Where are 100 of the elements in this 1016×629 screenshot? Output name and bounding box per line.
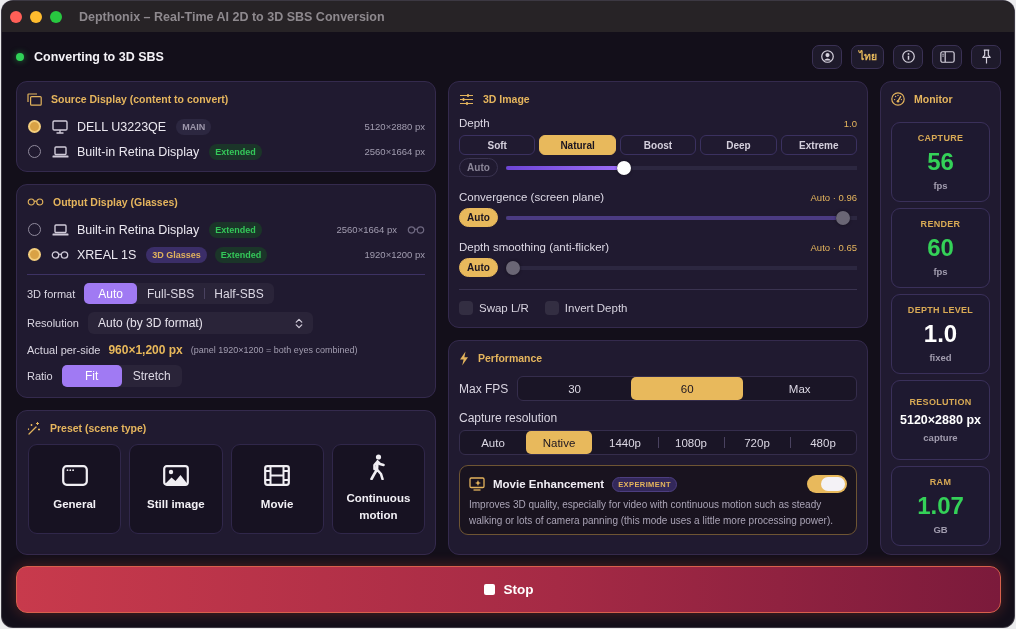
user-icon bbox=[820, 50, 834, 63]
resolution-select[interactable]: Auto (by 3D format) bbox=[88, 312, 313, 334]
stat-value: 56 bbox=[927, 147, 954, 177]
depth-preset-button[interactable]: Boost bbox=[619, 135, 697, 155]
toggle-switch[interactable] bbox=[807, 475, 847, 493]
slider-value: 1.0 bbox=[843, 117, 857, 129]
stat-label: CAPTURE bbox=[917, 132, 964, 144]
panel-title: Output Display (Glasses) bbox=[53, 196, 178, 208]
slider-value: Auto · 0.65 bbox=[810, 241, 857, 253]
segment-option[interactable]: Full-SBS bbox=[137, 283, 205, 304]
minimize-icon[interactable] bbox=[30, 10, 42, 23]
slider-label: Depth bbox=[459, 117, 490, 129]
display-badge: Extended bbox=[209, 221, 262, 238]
panel-title: 3D Image bbox=[483, 93, 530, 105]
per-side-note: (panel 1920×1200 = both eyes combined) bbox=[190, 345, 358, 355]
display-resolution: 5120×2880 px bbox=[364, 121, 425, 132]
walking-figure-icon bbox=[369, 454, 388, 480]
screen-sparkle-icon bbox=[469, 477, 485, 491]
close-icon[interactable] bbox=[10, 10, 22, 23]
stat-label: RESOLUTION bbox=[909, 396, 972, 408]
panel-title: Source Display (content to convert) bbox=[51, 93, 229, 105]
chevron-up-down-icon bbox=[295, 317, 303, 329]
radio-button[interactable] bbox=[28, 248, 41, 261]
sliders-icon bbox=[459, 92, 474, 106]
stat-value: 5120×2880 px bbox=[900, 412, 981, 429]
segment-option[interactable]: Native bbox=[526, 431, 592, 454]
pin-button[interactable] bbox=[971, 44, 1001, 69]
checkbox-label: Swap L/R bbox=[479, 302, 529, 314]
stat-unit: GB bbox=[933, 524, 948, 536]
slider-thumb[interactable] bbox=[617, 160, 632, 175]
display-name: XREAL 1S bbox=[77, 247, 137, 262]
laptop-icon bbox=[51, 145, 69, 158]
magic-wand-icon bbox=[27, 421, 41, 435]
display-badge: MAIN bbox=[176, 118, 212, 135]
stop-button[interactable]: Stop bbox=[16, 566, 1001, 613]
segment-option[interactable]: Half-SBS bbox=[204, 283, 274, 304]
display-resolution: 2560×1664 px bbox=[336, 224, 397, 235]
stat-unit: capture bbox=[923, 432, 958, 444]
auto-toggle-button[interactable]: Auto bbox=[459, 258, 498, 277]
segment-option[interactable]: Max bbox=[743, 377, 856, 400]
display-resolution: 1920×1200 px bbox=[364, 249, 425, 260]
slider-thumb[interactable] bbox=[836, 210, 851, 225]
stat-label: RENDER bbox=[920, 218, 961, 230]
photo-icon bbox=[162, 465, 189, 486]
display-name: Built-in Retina Display bbox=[77, 144, 200, 159]
gauge-icon bbox=[891, 92, 905, 106]
language-button[interactable]: ไทย bbox=[851, 44, 884, 69]
depth-preset-button[interactable]: Soft bbox=[459, 135, 536, 155]
info-button[interactable] bbox=[893, 44, 923, 69]
display-resolution: 2560×1664 px bbox=[364, 146, 425, 157]
depth-preset-button[interactable]: Extreme bbox=[780, 135, 858, 155]
preset-card[interactable]: Continuous motion bbox=[331, 444, 425, 534]
per-side-value: 960×1,200 px bbox=[108, 343, 183, 357]
panel-title: Preset (scene type) bbox=[50, 422, 147, 434]
checkbox-label: Invert Depth bbox=[564, 302, 628, 314]
display-name: DELL U3223QE bbox=[77, 119, 167, 134]
field-label: Max FPS bbox=[459, 381, 509, 396]
field-label: Resolution bbox=[27, 317, 79, 329]
stop-icon bbox=[483, 584, 495, 595]
slider-thumb[interactable] bbox=[506, 260, 520, 275]
auto-toggle-button[interactable]: Auto bbox=[459, 208, 498, 227]
status-text: Converting to 3D SBS bbox=[34, 49, 164, 64]
radio-button[interactable] bbox=[28, 120, 41, 133]
segment-option[interactable]: 1080p bbox=[658, 431, 724, 454]
feature-description: Improves 3D quality, especially for video with continuous motion such as steady walking or lots of camera panning (this mode uses a little more processing power). bbox=[469, 498, 835, 528]
field-label: 3D format bbox=[27, 287, 76, 300]
stat-value: 60 bbox=[927, 233, 954, 263]
monitor-icon bbox=[52, 119, 68, 134]
window-title: Depthonix – Real-Time AI 2D to 3D SBS Conversion bbox=[79, 9, 385, 24]
film-icon bbox=[264, 465, 291, 486]
display-badge: Extended bbox=[209, 143, 262, 160]
depth-preset-button[interactable]: Deep bbox=[700, 135, 777, 155]
depth-preset-button[interactable]: Natural bbox=[539, 135, 616, 155]
preset-card[interactable]: Movie bbox=[230, 444, 324, 534]
stat-unit: fps bbox=[933, 266, 948, 278]
laptop-icon bbox=[51, 223, 69, 236]
display-name: Built-in Retina Display bbox=[77, 222, 200, 237]
field-label: Ratio bbox=[27, 370, 53, 382]
segment-option[interactable]: 1440p bbox=[592, 431, 658, 454]
segment-option[interactable]: 480p bbox=[790, 431, 856, 454]
stacked-screens-icon bbox=[27, 92, 42, 106]
pin-icon bbox=[980, 49, 992, 64]
feature-title: Movie Enhancement bbox=[493, 478, 605, 490]
preset-card[interactable]: General bbox=[28, 444, 122, 534]
sidebar-button[interactable] bbox=[932, 44, 962, 69]
segment-option[interactable]: 60 bbox=[630, 377, 744, 400]
stat-value: 1.07 bbox=[917, 491, 964, 521]
display-badge: Extended bbox=[214, 246, 268, 263]
account-button[interactable] bbox=[812, 44, 842, 69]
lightning-icon bbox=[459, 350, 469, 366]
segment-option[interactable]: 720p bbox=[724, 431, 790, 454]
segment-option[interactable]: Auto bbox=[460, 431, 526, 454]
stat-label: DEPTH LEVEL bbox=[907, 304, 974, 316]
segment-option[interactable]: 30 bbox=[518, 377, 631, 400]
segment-option[interactable]: Stretch bbox=[121, 365, 182, 387]
preset-card[interactable]: Still image bbox=[129, 444, 223, 534]
field-label: Actual per-side bbox=[27, 344, 101, 356]
maximize-icon[interactable] bbox=[50, 10, 62, 23]
glasses-icon bbox=[51, 250, 69, 259]
panel-title: Monitor bbox=[914, 93, 953, 105]
